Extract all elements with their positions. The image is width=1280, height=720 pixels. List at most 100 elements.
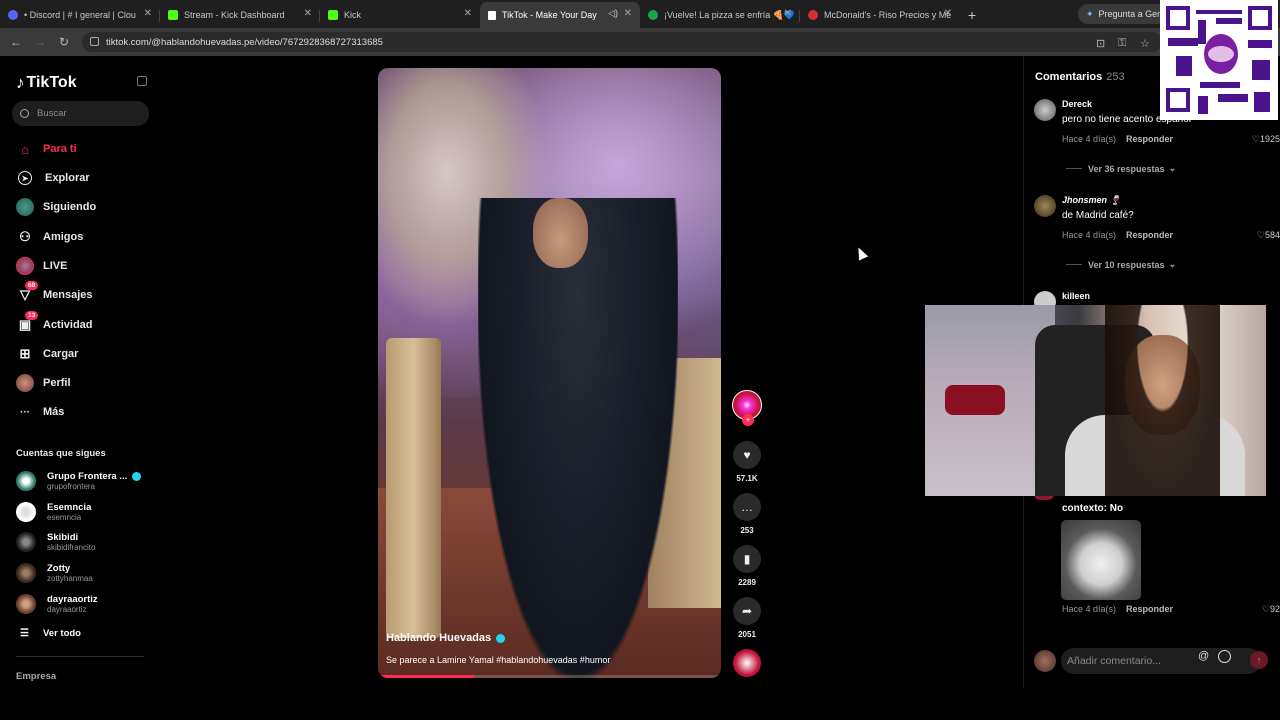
nav-item-amigos[interactable]: ⚇ Amigos: [16, 227, 83, 247]
url-field[interactable]: tiktok.com/@hablandohuevadas.pe/video/76…: [82, 32, 1162, 52]
add-comment-input[interactable]: Añadir comentario...: [1061, 648, 1261, 674]
nav-item-mensajes[interactable]: ▽ 68 Mensajes: [16, 281, 93, 305]
kick-favicon-icon: [168, 10, 178, 20]
avatar: [16, 563, 36, 583]
nav-item-explorar[interactable]: ➤ Explorar: [16, 168, 90, 188]
site-info-icon[interactable]: [90, 37, 99, 46]
browser-tab[interactable]: Kick ✕: [320, 2, 480, 28]
emoji-icon[interactable]: [1218, 650, 1231, 663]
comment-time: Hace 4 día(s): [1062, 230, 1117, 240]
comment-username[interactable]: Jhonsmen 🍷: [1062, 195, 1121, 206]
nav-item-cargar[interactable]: ⊞ Cargar: [16, 344, 79, 364]
collapse-sidebar-icon[interactable]: [137, 76, 147, 86]
search-placeholder: Buscar: [37, 108, 67, 119]
bookmark-star-icon[interactable]: ☆: [1140, 37, 1150, 50]
comment-like[interactable]: ♡1925: [1252, 134, 1280, 145]
browser-tab-active[interactable]: TikTok - Make Your Day ◁) ✕: [480, 2, 640, 28]
heart-outline-icon[interactable]: ♡: [1252, 134, 1260, 144]
browser-tab[interactable]: ¡Vuelve! La pizza se enfría 🍕💙 ✕: [640, 2, 800, 28]
account-handle: grupofrontera: [47, 482, 96, 491]
account-name: Zotty: [47, 563, 71, 574]
send-arrow-icon[interactable]: ↑: [1250, 651, 1268, 669]
view-replies-label: Ver 36 respuestas: [1088, 163, 1165, 174]
followed-account[interactable]: Zotty zottyhanmaa: [16, 560, 93, 586]
close-tab-icon[interactable]: ✕: [944, 8, 952, 19]
nav-item-mas[interactable]: ··· Más: [16, 402, 64, 422]
heart-icon[interactable]: ♥: [733, 441, 761, 469]
audio-playing-icon[interactable]: ◁): [608, 8, 618, 19]
heart-outline-icon[interactable]: ♡: [1262, 604, 1270, 614]
browser-tab[interactable]: Stream - Kick Dashboard ✕: [160, 2, 320, 28]
live-icon: [16, 257, 34, 275]
browser-tab[interactable]: McDonald's - Riso Precios y Me ✕: [800, 2, 960, 28]
music-disc-avatar[interactable]: [733, 649, 761, 677]
comments-title-label: Comentarios: [1035, 71, 1103, 83]
avatar: [1034, 650, 1056, 672]
nav-item-actividad[interactable]: ▣ 13 Actividad: [16, 311, 93, 335]
follow-plus-icon[interactable]: +: [742, 414, 754, 426]
close-tab-icon[interactable]: ✕: [144, 8, 152, 19]
new-tab-button[interactable]: +: [960, 2, 984, 28]
close-tab-icon[interactable]: ✕: [784, 8, 792, 19]
reply-button[interactable]: Responder: [1126, 604, 1173, 614]
avatar[interactable]: [1034, 195, 1056, 217]
comment-time: Hace 4 día(s): [1062, 134, 1117, 144]
close-tab-icon[interactable]: ✕: [464, 8, 472, 19]
reply-button[interactable]: Responder: [1126, 134, 1173, 144]
video-progress-bar[interactable]: [378, 675, 721, 678]
followed-account[interactable]: Esemncia esemncia: [16, 499, 91, 525]
video-player[interactable]: Hablando Huevadas Se parece a Lamine Yam…: [378, 68, 721, 678]
webcam-overlay: [925, 305, 1266, 496]
video-pillar: [386, 338, 441, 638]
comment-action[interactable]: … 253: [733, 493, 761, 535]
footer-empresa-link[interactable]: Empresa: [16, 671, 56, 682]
view-replies-button[interactable]: Ver 10 respuestas ⌄: [1066, 259, 1176, 270]
followed-account[interactable]: Grupo Frontera ... grupofrontera: [16, 468, 142, 494]
comment-username[interactable]: killeen: [1062, 291, 1090, 301]
mention-at-icon[interactable]: @: [1198, 650, 1209, 662]
nav-item-perfil[interactable]: Perfil: [16, 373, 71, 393]
video-author[interactable]: Hablando Huevadas: [386, 632, 506, 644]
followed-account[interactable]: dayraaortiz dayraaortiz: [16, 591, 98, 617]
reply-button[interactable]: Responder: [1126, 230, 1173, 240]
avatar[interactable]: [1034, 99, 1056, 121]
reload-icon[interactable]: ↻: [52, 35, 76, 49]
like-action[interactable]: ♥ 57.1K: [733, 441, 761, 483]
search-input[interactable]: Buscar: [12, 101, 149, 126]
close-tab-icon[interactable]: ✕: [624, 8, 632, 19]
tab-label: • Discord | # I general | Clou: [24, 10, 136, 20]
add-comment-placeholder: Añadir comentario...: [1067, 655, 1161, 667]
comment-like-count: 92: [1269, 604, 1280, 614]
video-author-name: Hablando Huevadas: [386, 632, 492, 644]
forward-arrow-icon[interactable]: →: [28, 35, 52, 49]
comment-cat-image[interactable]: [1061, 520, 1141, 600]
more-icon: ···: [20, 406, 30, 418]
browser-tab[interactable]: • Discord | # I general | Clou ✕: [0, 2, 160, 28]
see-all-following-link[interactable]: ☰ Ver todo: [20, 628, 81, 639]
comment-text: contexto: No: [1062, 503, 1124, 514]
share-arrow-icon[interactable]: ➦: [733, 597, 761, 625]
search-icon: [20, 109, 29, 118]
comment-like[interactable]: ♡584: [1257, 230, 1280, 241]
close-tab-icon[interactable]: ✕: [304, 8, 312, 19]
nav-item-siguiendo[interactable]: Siguiendo: [16, 197, 96, 217]
tiktok-logo[interactable]: ♪ TikTok: [16, 73, 77, 93]
save-action[interactable]: ▮ 2289: [733, 545, 761, 587]
comment-username[interactable]: Dereck: [1062, 99, 1092, 109]
nav-item-live[interactable]: LIVE: [16, 256, 67, 276]
share-action[interactable]: ➦ 2051: [733, 597, 761, 639]
comment-meta: Hace 4 día(s) Responder: [1062, 230, 1173, 240]
translate-icon[interactable]: ⊡: [1096, 37, 1105, 50]
account-name: Grupo Frontera ...: [47, 471, 128, 482]
key-icon[interactable]: ⚿: [1118, 37, 1126, 50]
comment-bubble-icon[interactable]: …: [733, 493, 761, 521]
creator-avatar[interactable]: +: [732, 390, 762, 426]
nav-item-para-ti[interactable]: ⌂ Para ti: [16, 139, 77, 159]
back-arrow-icon[interactable]: ←: [4, 35, 28, 49]
comment-like[interactable]: ♡92: [1262, 604, 1280, 615]
bookmark-icon[interactable]: ▮: [733, 545, 761, 573]
view-replies-button[interactable]: Ver 36 respuestas ⌄: [1066, 163, 1176, 174]
heart-outline-icon[interactable]: ♡: [1257, 230, 1265, 240]
followed-account[interactable]: Skibidi skibidifrancito: [16, 529, 95, 555]
gemini-button[interactable]: ✦ Pregunta a Gemi: [1078, 4, 1168, 24]
